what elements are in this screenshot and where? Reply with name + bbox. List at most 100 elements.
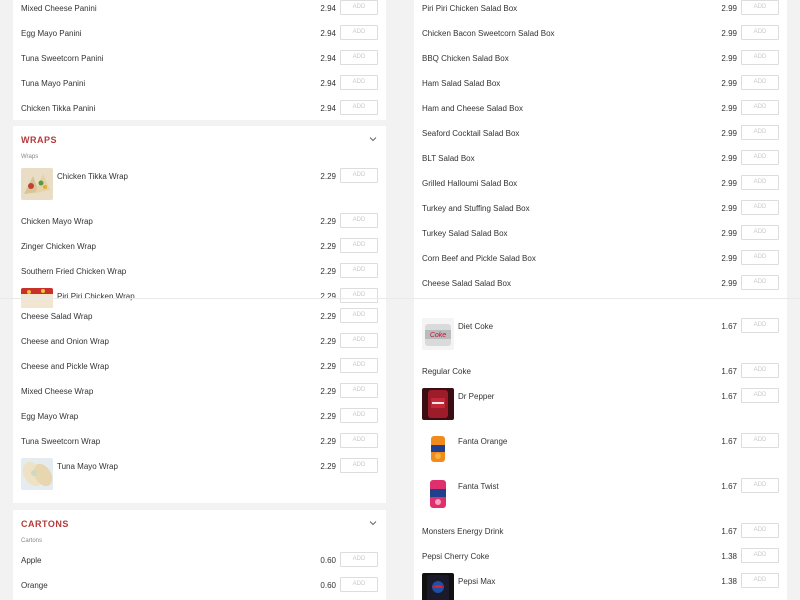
add-button[interactable]: ADD xyxy=(340,408,378,423)
section-title: CARTONS xyxy=(21,519,69,529)
item-price: 2.94 xyxy=(320,104,336,113)
add-button[interactable]: ADD xyxy=(741,523,779,538)
item-name: Monsters Energy Drink xyxy=(422,527,504,536)
item-price: 2.29 xyxy=(320,387,336,396)
add-button[interactable]: ADD xyxy=(741,225,779,240)
add-button[interactable]: ADD xyxy=(741,50,779,65)
add-button[interactable]: ADD xyxy=(340,168,378,183)
add-button[interactable]: ADD xyxy=(340,0,378,15)
item-price: 2.99 xyxy=(721,229,737,238)
add-button[interactable]: ADD xyxy=(340,552,378,567)
add-button[interactable]: ADD xyxy=(741,0,779,15)
add-button[interactable]: ADD xyxy=(741,200,779,215)
chevron-down-icon[interactable] xyxy=(369,519,377,527)
add-button[interactable]: ADD xyxy=(741,75,779,90)
item-price: 1.38 xyxy=(721,577,737,586)
list-item: Apple 0.60 ADD xyxy=(13,552,386,577)
item-price: 2.29 xyxy=(320,437,336,446)
add-button[interactable]: ADD xyxy=(741,388,779,403)
item-price: 0.60 xyxy=(320,581,336,590)
add-button[interactable]: ADD xyxy=(741,175,779,190)
cartons-card: CARTONS Cartons Apple 0.60 ADD Orange 0.60 A… xyxy=(13,510,386,600)
add-button[interactable]: ADD xyxy=(340,358,378,373)
add-button[interactable]: ADD xyxy=(741,250,779,265)
salad-box-card: Piri Piri Chicken Salad Box 2.99 ADD Chick… xyxy=(414,0,787,299)
item-name: Turkey and Stuffing Salad Box xyxy=(422,204,530,213)
add-button[interactable]: ADD xyxy=(741,125,779,140)
list-item: Chicken Bacon Sweetcorn Salad Box 2.99 ADD xyxy=(414,25,787,50)
add-button[interactable]: ADD xyxy=(340,75,378,90)
list-item: Corn Beef and Pickle Salad Box 2.99 ADD xyxy=(414,250,787,275)
add-button[interactable]: ADD xyxy=(340,577,378,592)
item-name: Turkey Salad Salad Box xyxy=(422,229,508,238)
add-button[interactable]: ADD xyxy=(741,150,779,165)
add-button[interactable]: ADD xyxy=(340,333,378,348)
list-item: Regular Coke 1.67 ADD xyxy=(414,363,787,388)
add-button[interactable]: ADD xyxy=(340,383,378,398)
item-price: 2.29 xyxy=(320,217,336,226)
cartons-section-header[interactable]: CARTONS xyxy=(13,510,386,538)
add-button[interactable]: ADD xyxy=(340,25,378,40)
add-button[interactable]: ADD xyxy=(741,433,779,448)
add-button[interactable]: ADD xyxy=(741,478,779,493)
list-item: BBQ Chicken Salad Box 2.99 ADD xyxy=(414,50,787,75)
chevron-down-icon[interactable] xyxy=(369,135,377,143)
item-name: Pepsi Max xyxy=(458,577,496,586)
add-button[interactable]: ADD xyxy=(340,308,378,323)
add-button[interactable]: ADD xyxy=(741,363,779,378)
fanta-orange-photo xyxy=(422,433,454,465)
item-price: 2.29 xyxy=(320,462,336,471)
add-button[interactable]: ADD xyxy=(741,100,779,115)
add-button[interactable]: ADD xyxy=(741,275,779,290)
add-button[interactable]: ADD xyxy=(340,50,378,65)
wraps-card: WRAPS Wraps Chicken Tikka Wrap 2.29 ADD Ch… xyxy=(13,126,386,503)
item-price: 1.67 xyxy=(721,367,737,376)
list-item: Turkey Salad Salad Box 2.99 ADD xyxy=(414,225,787,250)
list-item: Coke Diet Coke 1.67 ADD xyxy=(414,318,787,363)
drinks-card: Coke Diet Coke 1.67 ADD Regular Coke 1.67 AD… xyxy=(414,299,787,600)
dr-pepper-photo xyxy=(422,388,454,420)
item-name: Corn Beef and Pickle Salad Box xyxy=(422,254,536,263)
section-subtitle: Cartons xyxy=(21,538,43,544)
right-column: Piri Piri Chicken Salad Box 2.99 ADD Chick… xyxy=(414,0,787,600)
add-button[interactable]: ADD xyxy=(741,573,779,588)
add-button[interactable]: ADD xyxy=(340,213,378,228)
item-price: 2.29 xyxy=(320,267,336,276)
item-price: 2.94 xyxy=(320,29,336,38)
item-price: 2.99 xyxy=(721,104,737,113)
list-item: Pepsi Max 1.38 ADD xyxy=(414,573,787,600)
add-button[interactable]: ADD xyxy=(340,458,378,473)
item-name: Chicken Tikka Panini xyxy=(21,104,96,113)
add-button[interactable]: ADD xyxy=(741,318,779,333)
list-item: Egg Mayo Wrap 2.29 ADD xyxy=(13,408,386,433)
item-name: BBQ Chicken Salad Box xyxy=(422,54,509,63)
item-name: Tuna Mayo Wrap xyxy=(57,462,118,471)
add-button[interactable]: ADD xyxy=(340,100,378,115)
add-button[interactable]: ADD xyxy=(741,548,779,563)
menu-page: Mixed Cheese Panini 2.94 ADD Egg Mayo Pani… xyxy=(0,0,800,600)
list-item: Tuna Sweetcorn Wrap 2.29 ADD xyxy=(13,433,386,458)
item-price: 2.94 xyxy=(320,4,336,13)
add-button[interactable]: ADD xyxy=(340,433,378,448)
item-name: Southern Fried Chicken Wrap xyxy=(21,267,127,276)
item-name: Piri Piri Chicken Wrap xyxy=(57,292,135,301)
add-button[interactable]: ADD xyxy=(741,25,779,40)
item-price: 2.29 xyxy=(320,337,336,346)
item-name: Fanta Twist xyxy=(458,482,499,491)
add-button[interactable]: ADD xyxy=(340,238,378,253)
divider xyxy=(0,298,800,299)
item-name: Pepsi Cherry Coke xyxy=(422,552,490,561)
item-price: 1.38 xyxy=(721,552,737,561)
item-name: Egg Mayo Wrap xyxy=(21,412,79,421)
list-item: Fanta Orange 1.67 ADD xyxy=(414,433,787,478)
item-price: 2.99 xyxy=(721,154,737,163)
list-item: Chicken Tikka Panini 2.94 ADD xyxy=(13,100,386,120)
item-name: Mixed Cheese Panini xyxy=(21,4,97,13)
item-price: 2.94 xyxy=(320,79,336,88)
list-item: Cheese Salad Salad Box 2.99 ADD xyxy=(414,275,787,299)
add-button[interactable]: ADD xyxy=(340,288,378,303)
item-price: 2.99 xyxy=(721,29,737,38)
add-button[interactable]: ADD xyxy=(340,263,378,278)
wraps-section-header[interactable]: WRAPS xyxy=(13,126,386,154)
item-name: Zinger Chicken Wrap xyxy=(21,242,96,251)
